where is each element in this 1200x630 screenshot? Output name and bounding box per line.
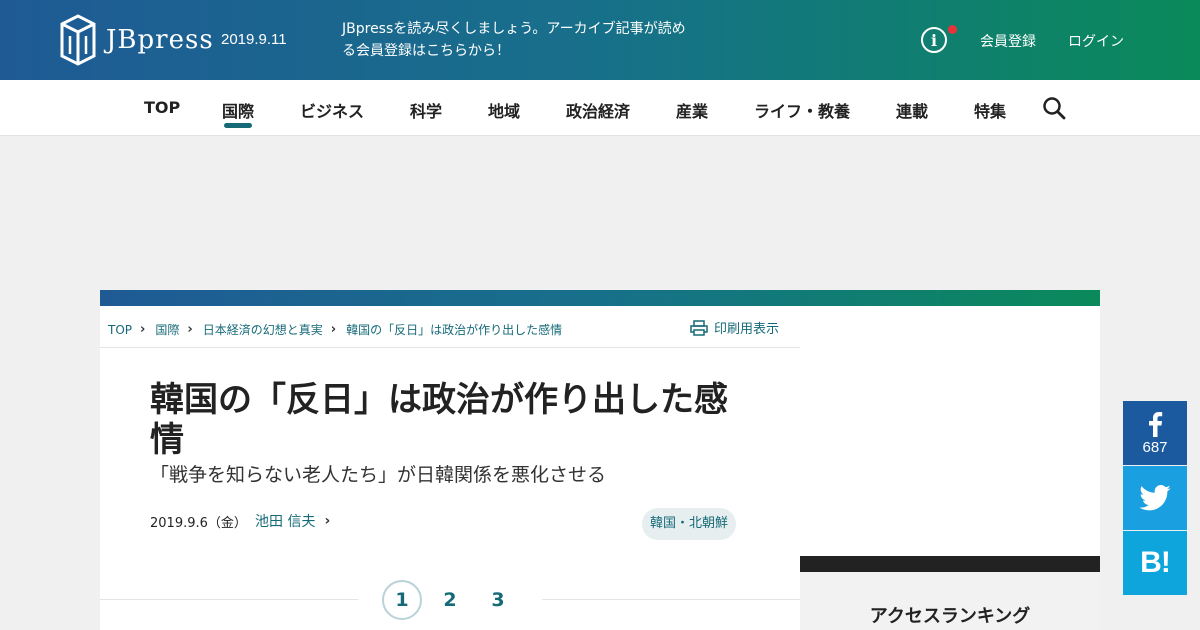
sidebar-header-bar	[800, 556, 1100, 572]
promo-line-1: JBpressを読み尽くしましょう。アーカイブ記事が読め	[342, 21, 686, 37]
membership-promo[interactable]: JBpressを読み尽くしましょう。アーカイブ記事が読め る会員登録はこちらから…	[342, 18, 702, 62]
breadcrumb-chevron-icon: ›	[330, 322, 337, 337]
page-2-button[interactable]: 2	[430, 580, 470, 620]
breadcrumb-series[interactable]: 日本経済の幻想と真実	[203, 321, 323, 338]
article-title-line-1: 韓国の「反日」は政治が作り出した感	[150, 380, 728, 420]
facebook-share-count: 687	[1142, 438, 1168, 456]
header-date: 2019.9.11	[221, 31, 287, 48]
info-icon[interactable]: i	[921, 27, 947, 53]
author-name: 池田 信夫	[255, 514, 316, 530]
content-top-bar	[100, 290, 1100, 306]
facebook-share-button[interactable]: 687	[1123, 401, 1187, 465]
nav-item-series[interactable]: 連載	[896, 98, 928, 122]
hatena-bookmark-icon: B!	[1140, 546, 1171, 579]
sidebar: アクセスランキング	[800, 306, 1100, 630]
nav-item-region[interactable]: 地域	[488, 98, 520, 122]
article-title: 韓国の「反日」は政治が作り出した感 情	[150, 380, 750, 460]
author-link[interactable]: 池田 信夫 ›	[255, 511, 330, 531]
site-header: JBpress 2019.9.11 JBpressを読み尽くしましょう。アーカイ…	[0, 0, 1200, 80]
article-main: TOP › 国際 › 日本経済の幻想と真実 › 韓国の「反日」は政治が作り出した感情 …	[100, 306, 800, 630]
twitter-icon	[1139, 485, 1171, 511]
login-link[interactable]: ログイン	[1068, 31, 1124, 51]
promo-line-2: る会員登録はこちらから！	[342, 43, 510, 59]
print-view-button[interactable]: 印刷用表示	[690, 318, 779, 337]
global-nav: TOP 国際 ビジネス 科学 地域 政治経済 産業 ライフ・教養 連載 特集	[0, 80, 1200, 136]
breadcrumb-chevron-icon: ›	[140, 322, 146, 337]
breadcrumb: TOP › 国際 › 日本経済の幻想と真実 › 韓国の「反日」は政治が作り出した感情	[108, 321, 562, 338]
nav-item-industry[interactable]: 産業	[676, 98, 708, 122]
page-1-button[interactable]: 1	[382, 580, 422, 620]
nav-item-life-culture[interactable]: ライフ・教養	[754, 98, 850, 122]
breadcrumb-chevron-icon: ›	[187, 322, 193, 337]
printer-icon	[690, 319, 708, 336]
article-title-line-2: 情	[150, 420, 184, 460]
jbpress-logo-icon	[60, 14, 96, 66]
nav-item-politics-economy[interactable]: 政治経済	[566, 98, 630, 122]
breadcrumb-international[interactable]: 国際	[155, 321, 179, 338]
notification-dot	[948, 25, 957, 34]
chevron-right-icon: ›	[324, 513, 331, 529]
ad-space	[0, 136, 1200, 290]
nav-item-science[interactable]: 科学	[410, 98, 442, 122]
category-tag[interactable]: 韓国・北朝鮮	[642, 508, 737, 540]
nav-item-international[interactable]: 国際	[222, 98, 254, 122]
nav-item-features[interactable]: 特集	[974, 98, 1006, 122]
nav-item-top[interactable]: TOP	[144, 98, 180, 117]
register-link[interactable]: 会員登録	[980, 31, 1036, 51]
breadcrumb-top[interactable]: TOP	[108, 323, 132, 337]
divider	[542, 599, 800, 600]
ranking-title: アクセスランキング	[869, 606, 1031, 627]
page-3-button[interactable]: 3	[478, 580, 518, 620]
search-icon[interactable]	[1042, 96, 1066, 120]
site-logo[interactable]: JBpress	[58, 14, 214, 66]
hatena-bookmark-button[interactable]: B!	[1123, 531, 1187, 595]
logo-text: JBpress	[106, 25, 214, 55]
divider	[100, 599, 358, 600]
breadcrumb-current[interactable]: 韓国の「反日」は政治が作り出した感情	[346, 321, 562, 338]
divider	[100, 347, 800, 348]
facebook-icon	[1149, 411, 1163, 437]
print-label: 印刷用表示	[714, 322, 780, 337]
nav-item-business[interactable]: ビジネス	[300, 98, 364, 122]
nav-active-indicator	[224, 123, 252, 128]
article-date: 2019.9.6（金）	[150, 516, 247, 531]
article-subtitle: 「戦争を知らない老人たち」が日韓関係を悪化させる	[150, 464, 607, 486]
twitter-share-button[interactable]	[1123, 466, 1187, 530]
